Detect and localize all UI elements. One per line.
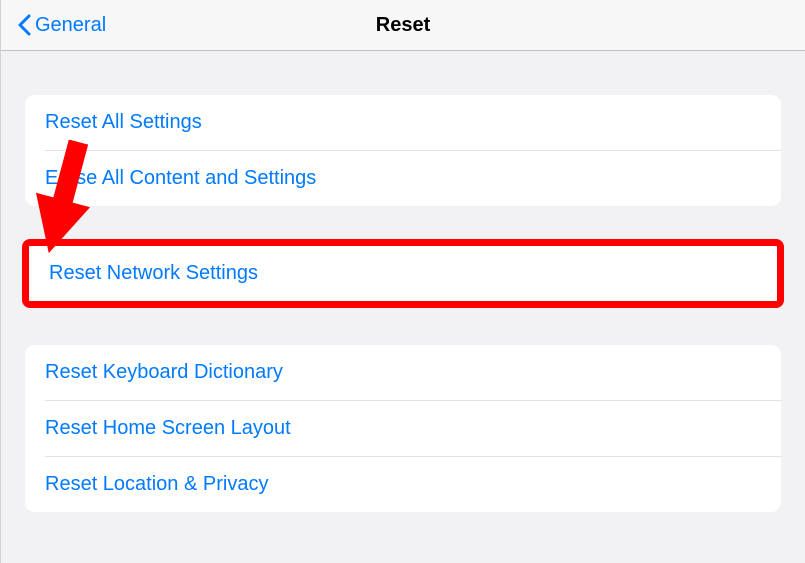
reset-home-screen-layout[interactable]: Reset Home Screen Layout [25,401,781,456]
back-button[interactable]: General [17,14,106,37]
reset-network-settings[interactable]: Reset Network Settings [29,246,777,301]
reset-location-privacy[interactable]: Reset Location & Privacy [25,457,781,512]
chevron-left-icon [17,14,31,36]
reset-group-3: Reset Keyboard Dictionary Reset Home Scr… [25,345,781,512]
settings-content: Reset All Settings Erase All Content and… [1,95,805,512]
erase-all-content[interactable]: Erase All Content and Settings [25,151,781,206]
reset-group-2-highlighted: Reset Network Settings [22,239,784,308]
reset-all-settings[interactable]: Reset All Settings [25,95,781,150]
back-label: General [35,14,106,37]
reset-group-1: Reset All Settings Erase All Content and… [25,95,781,206]
reset-keyboard-dictionary[interactable]: Reset Keyboard Dictionary [25,345,781,400]
navigation-bar: General Reset [1,0,805,51]
page-title: Reset [376,14,430,37]
